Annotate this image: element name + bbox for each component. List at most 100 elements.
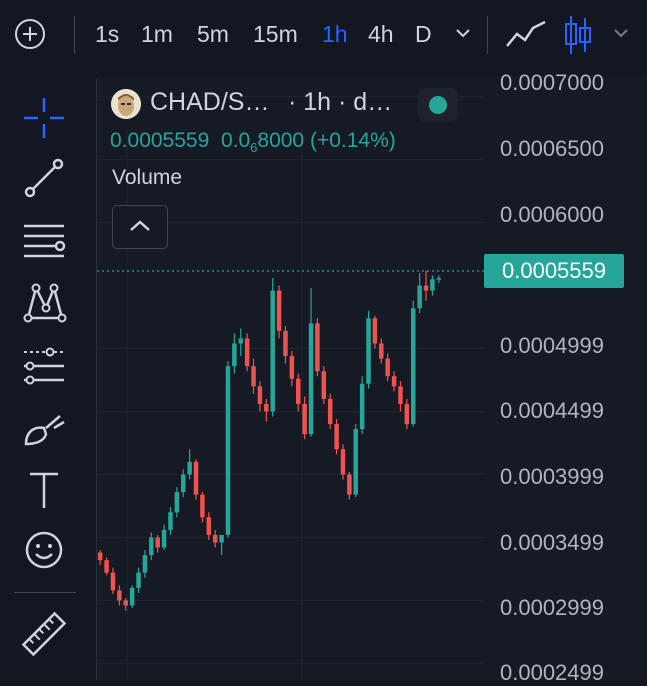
candle-body	[315, 323, 320, 372]
candle	[97, 550, 103, 566]
candle-body	[296, 378, 301, 404]
candle	[251, 358, 256, 394]
legend-change: 0.068000	[221, 129, 305, 155]
candle-body	[366, 318, 371, 384]
candle-body	[385, 358, 390, 377]
candle	[430, 275, 435, 296]
candle	[232, 333, 237, 374]
candle-body	[232, 343, 237, 367]
candle	[289, 351, 295, 387]
candle-body	[187, 461, 192, 475]
candle-body	[423, 285, 429, 291]
candle-body	[264, 403, 269, 412]
candle-body	[142, 555, 148, 573]
legend-values: 0.0005559 0.068000 (+0.14%)	[110, 129, 396, 155]
candle	[270, 277, 275, 417]
candle-body	[200, 494, 205, 518]
current-price-label: 0.0005559	[484, 254, 624, 288]
market-status-button[interactable]	[418, 88, 458, 122]
legend-change-percent: (+0.14%)	[309, 129, 396, 152]
candle	[423, 270, 429, 301]
legend-change-digits: 8000	[257, 129, 305, 152]
price-tick: 0.0006000	[500, 202, 604, 227]
candle	[206, 512, 212, 540]
candle	[187, 449, 192, 480]
candle-body	[206, 517, 212, 535]
candle-body	[174, 492, 180, 513]
candle-body	[411, 308, 416, 425]
candle	[225, 361, 231, 538]
candle-body	[193, 461, 199, 495]
candle	[436, 275, 442, 284]
candle-body	[302, 403, 307, 435]
candle	[347, 471, 352, 500]
candle	[340, 444, 346, 480]
candle-body	[225, 366, 231, 535]
symbol-meta: · 1h · d…	[288, 88, 393, 116]
candle-body	[104, 560, 109, 573]
candle	[302, 396, 307, 440]
price-tick: 0.0003499	[500, 530, 604, 555]
candle-body	[97, 552, 103, 561]
candle	[411, 300, 416, 427]
candle	[238, 328, 243, 357]
candle-body	[161, 529, 167, 548]
price-tick: 0.0002499	[500, 660, 604, 685]
candle-body	[117, 590, 122, 601]
candle-body	[251, 366, 256, 387]
candle-body	[181, 474, 186, 493]
candle	[353, 424, 358, 498]
candle	[168, 507, 173, 535]
candle	[117, 585, 122, 606]
candle	[296, 373, 301, 412]
candle	[308, 288, 314, 437]
candle-body	[417, 285, 422, 309]
candle	[366, 310, 371, 389]
candle-body	[238, 338, 243, 344]
candle-body	[353, 429, 358, 495]
candle	[129, 585, 135, 608]
price-tick: 0.0006500	[500, 136, 604, 161]
candle	[264, 398, 269, 422]
candle	[136, 567, 141, 593]
candle-body	[283, 330, 288, 357]
candle-body	[168, 512, 173, 530]
candle-body	[436, 278, 442, 280]
price-tick: 0.0007000	[500, 70, 604, 95]
candle	[404, 398, 410, 430]
candle	[149, 532, 154, 561]
candle-body	[257, 386, 263, 404]
candle	[276, 285, 282, 339]
candle	[110, 567, 116, 595]
candle-body	[123, 600, 128, 606]
volume-indicator-label[interactable]: Volume	[112, 166, 182, 190]
candle-body	[391, 376, 397, 387]
symbol-name[interactable]: CHAD/S…	[150, 88, 269, 117]
candle	[372, 315, 378, 349]
candle	[212, 529, 218, 548]
token-avatar	[111, 89, 141, 119]
price-tick: 0.0004999	[500, 333, 604, 358]
candle	[391, 371, 397, 392]
price-tick: 0.0003999	[500, 464, 604, 489]
candle	[155, 534, 160, 553]
candle	[174, 487, 180, 518]
candle	[244, 333, 250, 372]
candle-body	[321, 371, 327, 399]
candle-body	[276, 290, 282, 331]
candle-body	[327, 398, 333, 425]
candle-body	[340, 449, 346, 475]
candle-body	[347, 474, 352, 495]
candle-body	[289, 356, 295, 379]
candle	[219, 534, 224, 556]
token-logo-icon	[111, 89, 141, 119]
candle	[321, 366, 327, 404]
candle	[398, 381, 403, 412]
candle	[142, 550, 148, 578]
collapse-legend-button[interactable]	[112, 205, 168, 249]
chevron-up-icon	[130, 220, 150, 231]
candle	[181, 469, 186, 498]
candle	[257, 381, 263, 412]
candle-body	[404, 403, 410, 425]
candle-body	[155, 537, 160, 548]
